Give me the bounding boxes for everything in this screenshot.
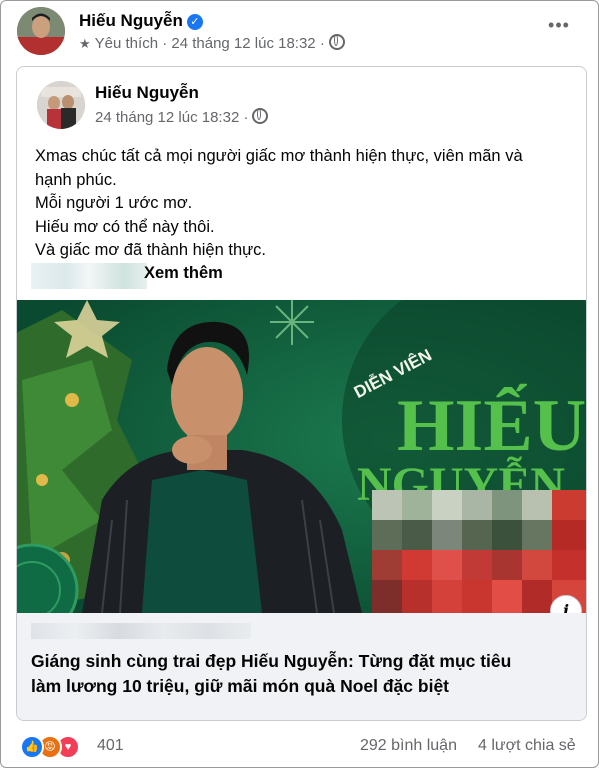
shared-post-meta: 24 tháng 12 lúc 18:32 ·	[95, 108, 269, 126]
globe-icon	[328, 34, 345, 50]
blurred-text	[31, 263, 147, 289]
blurred-domain	[31, 623, 251, 639]
avatar-image	[17, 7, 65, 55]
shared-avatar-image	[37, 81, 85, 129]
body-line: Mỗi người 1 ước mơ.	[35, 194, 193, 212]
post-image[interactable]: DIỄN VIÊN HIẾU NGUYỄN	[17, 300, 586, 613]
reaction-count[interactable]: 401	[97, 737, 124, 755]
reactions[interactable]: 👍 😡 ♥	[20, 735, 92, 759]
post-body: Xmas chúc tất cả mọi người giấc mơ thành…	[35, 145, 575, 263]
body-line: hạnh phúc.	[35, 170, 117, 189]
author-name[interactable]: Hiếu Nguyễn ✓	[79, 11, 203, 31]
globe-icon	[252, 108, 269, 124]
pixelated-region	[372, 490, 586, 613]
shared-author-name[interactable]: Hiếu Nguyễn	[95, 83, 199, 103]
post-footer: 👍 😡 ♥ 401 292 bình luận 4 lượt chia sẻ	[1, 731, 598, 761]
body-line: Xmas chúc tất cả mọi người giấc mơ thành…	[35, 147, 523, 165]
see-more-link[interactable]: Xem thêm	[144, 264, 223, 283]
like-reaction-icon: 👍	[20, 735, 44, 759]
shared-author-avatar[interactable]	[37, 81, 85, 129]
author-avatar[interactable]	[17, 7, 65, 55]
comment-count[interactable]: 292 bình luận	[360, 737, 457, 755]
post-header: Hiếu Nguyễn ✓ ★ Yêu thích · 24 tháng 12 lú…	[17, 7, 587, 55]
star-icon: ★	[79, 36, 91, 51]
body-line: Và giấc mơ đã thành hiện thực.	[35, 241, 266, 259]
body-line: Hiếu mơ có thể này thôi.	[35, 217, 215, 236]
shared-post[interactable]: Hiếu Nguyễn 24 tháng 12 lúc 18:32 · Xmas…	[16, 66, 587, 721]
post-meta: ★ Yêu thích · 24 tháng 12 lúc 18:32 ·	[79, 34, 345, 52]
poster-graphic: DIỄN VIÊN HIẾU NGUYỄN	[17, 300, 586, 613]
link-title[interactable]: Giáng sinh cùng trai đẹp Hiếu Nguyễn: Từ…	[31, 649, 576, 699]
more-options-button[interactable]: •••	[545, 15, 573, 37]
share-count[interactable]: 4 lượt chia sẻ	[478, 737, 576, 755]
poster-line1: HIẾU	[397, 384, 586, 467]
link-preview[interactable]: Giáng sinh cùng trai đẹp Hiếu Nguyễn: Từ…	[17, 613, 586, 720]
verified-icon: ✓	[186, 14, 203, 30]
facebook-post: Hiếu Nguyễn ✓ ★ Yêu thích · 24 tháng 12 lú…	[0, 0, 599, 768]
